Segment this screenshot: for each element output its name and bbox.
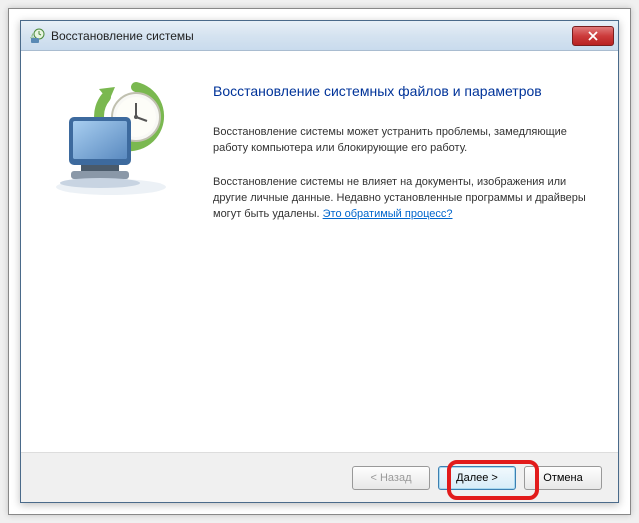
- reversible-process-link[interactable]: Это обратимый процесс?: [323, 208, 453, 220]
- window-title: Восстановление системы: [51, 29, 572, 43]
- close-button[interactable]: [572, 26, 614, 46]
- restore-illustration: [41, 79, 181, 199]
- right-pane: Восстановление системных файлов и параме…: [203, 51, 618, 452]
- system-restore-icon: [29, 28, 45, 44]
- titlebar[interactable]: Восстановление системы: [21, 21, 618, 51]
- description-paragraph-1: Восстановление системы может устранить п…: [213, 125, 588, 157]
- left-pane: [21, 51, 203, 452]
- system-restore-window: Восстановление системы: [20, 20, 619, 503]
- close-icon: [588, 31, 598, 41]
- description-paragraph-2: Восстановление системы не влияет на доку…: [213, 175, 588, 223]
- page-heading: Восстановление системных файлов и параме…: [213, 83, 588, 99]
- back-button: < Назад: [352, 466, 430, 490]
- cancel-button[interactable]: Отмена: [524, 466, 602, 490]
- wizard-content: Восстановление системных файлов и параме…: [21, 51, 618, 452]
- next-button[interactable]: Далее >: [438, 466, 516, 490]
- wizard-button-bar: < Назад Далее > Отмена: [21, 452, 618, 502]
